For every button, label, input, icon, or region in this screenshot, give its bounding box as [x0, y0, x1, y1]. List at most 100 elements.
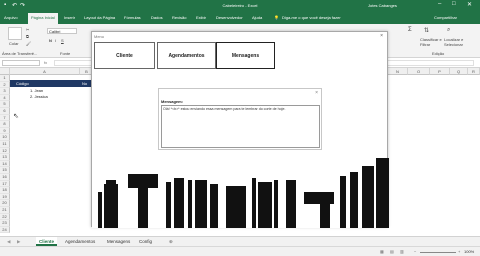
name-box[interactable]: [2, 60, 40, 66]
zoom-level[interactable]: 100%: [464, 249, 474, 254]
row-header[interactable]: 7: [0, 114, 10, 122]
agendamentos-button[interactable]: Agendamentos: [157, 42, 216, 69]
data-cell[interactable]: 1. Jean: [30, 88, 43, 93]
header-cell-codigo[interactable]: Código: [16, 81, 29, 86]
window-title: Cabeleireiro - Excel: [222, 3, 258, 8]
copy-icon[interactable]: ⧉: [26, 34, 29, 39]
sort-filter-icon[interactable]: ⇅: [424, 27, 429, 34]
status-bar: ▦ ▤ ▥ − + 100%: [0, 246, 480, 256]
tab-inserir[interactable]: Inserir: [64, 15, 75, 20]
row-header[interactable]: 16: [0, 174, 10, 181]
scroll-right-icon[interactable]: ▶: [14, 237, 23, 246]
format-painter-icon[interactable]: 🖌: [26, 41, 31, 46]
tab-desenvolvedor[interactable]: Desenvolvedor: [216, 15, 243, 20]
row-header[interactable]: 19: [0, 193, 10, 201]
mensagens-button[interactable]: Mensagens: [216, 42, 275, 69]
column-header[interactable]: A: [10, 68, 80, 75]
find-icon[interactable]: ⌕: [447, 27, 450, 34]
user-name[interactable]: Jotes Cabanges: [368, 3, 397, 8]
select-all-corner[interactable]: [0, 68, 10, 75]
font-group-label: Fonte: [60, 51, 71, 56]
tell-me-search[interactable]: Diga-me o que você deseja fazer: [282, 15, 341, 20]
title-bar: ▪ ↶ ↷ Cabeleireiro - Excel Jotes Cabange…: [0, 0, 480, 12]
minimize-icon[interactable]: –: [438, 1, 441, 7]
font-name-select[interactable]: Calibri: [47, 28, 77, 34]
row-header[interactable]: 11: [0, 141, 10, 148]
row-header[interactable]: 4: [0, 94, 10, 102]
sheet-tab-config[interactable]: Config: [136, 237, 155, 246]
share-button[interactable]: Compartilhar: [434, 15, 457, 20]
normal-view-icon[interactable]: ▦: [380, 249, 384, 254]
row-header[interactable]: 13: [0, 154, 10, 161]
autosum-icon[interactable]: Σ: [408, 27, 412, 33]
header-cell-nome[interactable]: No: [82, 81, 87, 86]
tab-ajuda[interactable]: Ajuda: [252, 15, 262, 20]
column-header[interactable]: R: [468, 68, 480, 75]
row-header[interactable]: 20: [0, 200, 10, 207]
fx-icon[interactable]: fx: [44, 60, 47, 65]
row-header[interactable]: 3: [0, 88, 10, 95]
edit-group-label: Edição: [432, 51, 445, 56]
row-header[interactable]: 18: [0, 187, 10, 194]
row-header[interactable]: 6: [0, 108, 10, 115]
add-sheet-icon[interactable]: ⊕: [166, 237, 176, 246]
column-header[interactable]: O: [408, 68, 430, 75]
row-header[interactable]: 15: [0, 167, 10, 174]
column-header[interactable]: P: [430, 68, 450, 75]
row-header[interactable]: 17: [0, 180, 10, 188]
tab-arquivo[interactable]: Arquivo: [4, 15, 18, 20]
zoom-in-icon[interactable]: +: [458, 249, 460, 254]
row-header[interactable]: 24: [0, 226, 10, 234]
row-header[interactable]: 10: [0, 134, 10, 141]
close-icon[interactable]: ✕: [467, 1, 472, 8]
column-header[interactable]: N: [388, 68, 408, 75]
sort-filter-label[interactable]: Classificar e Filtrar: [420, 37, 442, 47]
row-header[interactable]: 12: [0, 147, 10, 155]
lightbulb-icon: 💡: [274, 15, 279, 20]
row-header[interactable]: 1: [0, 75, 10, 82]
cut-icon[interactable]: ✂: [26, 27, 29, 32]
mouse-cursor-icon: ⇖: [13, 113, 19, 120]
sheet-tabs-bar: ◀ ▶ Cliente Agendamentos Mensagens Confi…: [0, 236, 480, 246]
form-title: Menu: [94, 34, 105, 39]
find-select-label[interactable]: Localizar e Selecionar: [444, 37, 470, 47]
sheet-tab-agendamentos[interactable]: Agendamentos: [62, 237, 98, 246]
zoom-slider[interactable]: [420, 252, 456, 253]
row-header[interactable]: 5: [0, 101, 10, 108]
scroll-left-icon[interactable]: ◀: [4, 237, 13, 246]
close-icon[interactable]: ×: [380, 33, 383, 39]
message-textarea[interactable]: Olá! *<b>* estou enviando essa mensagem …: [161, 105, 320, 148]
row-header[interactable]: 21: [0, 207, 10, 214]
tab-formulas[interactable]: Fórmulas: [124, 15, 141, 20]
tab-layout[interactable]: Layout da Página: [84, 15, 115, 20]
tab-pagina-inicial[interactable]: Página Inicial: [28, 13, 58, 24]
data-cell[interactable]: 2. Jessica: [30, 94, 48, 99]
bold-icon[interactable]: N: [49, 38, 52, 43]
clipboard-group-label: Área de Transferê...: [2, 51, 38, 56]
tab-exibir[interactable]: Exibir: [196, 15, 206, 20]
tab-revisao[interactable]: Revisão: [172, 15, 186, 20]
sheet-tab-mensagens[interactable]: Mensagens: [104, 237, 133, 246]
italic-icon[interactable]: I: [55, 38, 56, 43]
page-break-icon[interactable]: ▥: [400, 249, 404, 254]
close-icon[interactable]: ×: [315, 90, 318, 96]
page-layout-icon[interactable]: ▤: [390, 249, 394, 254]
row-header[interactable]: 23: [0, 220, 10, 227]
row-header[interactable]: 14: [0, 160, 10, 168]
row-header[interactable]: 9: [0, 127, 10, 135]
paste-icon[interactable]: [8, 27, 22, 40]
message-label: Mensagem:: [161, 99, 184, 104]
ribbon-tabs: Arquivo Página Inicial Inserir Layout da…: [0, 12, 480, 24]
tab-dados[interactable]: Dados: [151, 15, 163, 20]
hair-tools-image: [92, 158, 389, 228]
message-panel: × Mensagem: Olá! *<b>* estou enviando es…: [158, 88, 322, 150]
sheet-tab-cliente[interactable]: Cliente: [36, 237, 58, 246]
underline-icon[interactable]: S: [61, 38, 64, 43]
cliente-button[interactable]: Cliente: [94, 42, 155, 69]
row-header[interactable]: 8: [0, 121, 10, 128]
restore-icon[interactable]: □: [452, 1, 456, 7]
row-header[interactable]: 22: [0, 213, 10, 221]
column-header[interactable]: Q: [450, 68, 468, 75]
row-header[interactable]: 2: [0, 81, 10, 89]
zoom-out-icon[interactable]: −: [414, 249, 416, 254]
